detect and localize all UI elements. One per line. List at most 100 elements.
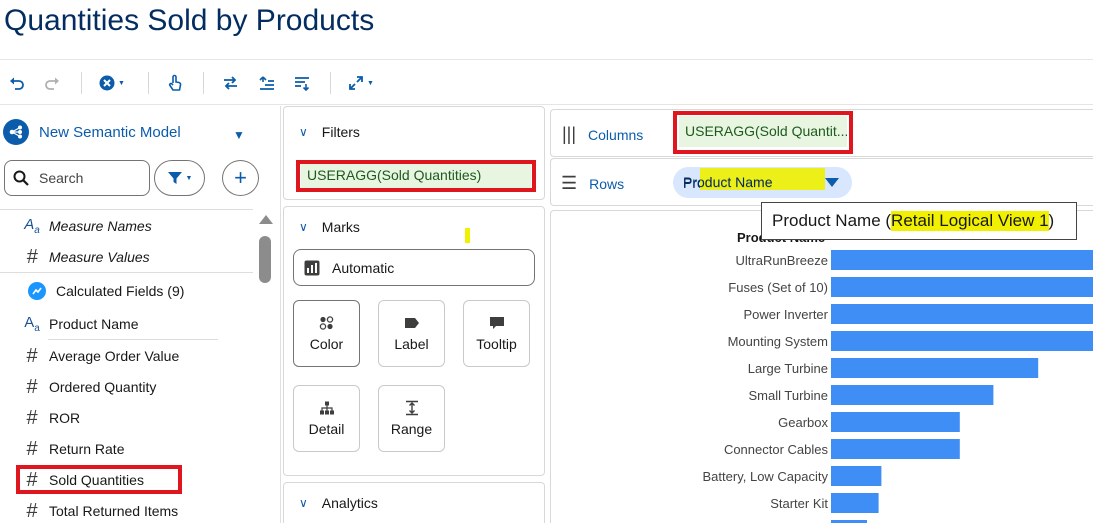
category-label: Starter Kit <box>770 496 828 511</box>
field-label: Return Rate <box>49 441 125 457</box>
bar[interactable] <box>831 493 879 513</box>
bar[interactable] <box>831 358 1039 378</box>
chevron-down-icon[interactable] <box>825 178 839 187</box>
data-panel: New Semantic Model ▼ ▼ + Aa Measure Name… <box>0 106 281 523</box>
chevron-down-icon: ∨ <box>299 496 308 510</box>
clear-icon[interactable]: ▼ <box>99 72 125 94</box>
category-label: UltraRunBreeze <box>736 253 829 268</box>
semantic-model-icon <box>3 119 29 145</box>
rows-label: ☰ Rows <box>561 173 625 193</box>
field-label: Calculated Fields (9) <box>56 283 185 299</box>
add-field-button[interactable]: + <box>222 160 259 196</box>
number-field-icon: # <box>26 344 38 367</box>
touch-icon[interactable] <box>167 72 183 94</box>
scroll-up-arrow[interactable] <box>259 215 273 224</box>
field-item[interactable]: # Return Rate <box>21 438 124 460</box>
bar[interactable] <box>831 331 1093 351</box>
hierarchy-icon <box>319 401 335 415</box>
annotation-box <box>296 160 536 192</box>
marks-header[interactable]: ∨ Marks <box>299 219 360 235</box>
number-field-icon: # <box>26 245 38 268</box>
sort-descending-icon[interactable] <box>294 72 310 94</box>
field-tooltip: Product Name (Retail Logical View 1) <box>761 202 1077 240</box>
bar[interactable] <box>831 412 960 432</box>
chevron-down-icon: ∨ <box>299 220 308 234</box>
field-item[interactable]: # Total Returned Items <box>21 500 178 522</box>
redo-icon[interactable] <box>44 72 60 94</box>
field-item[interactable]: # Average Order Value <box>21 345 179 367</box>
columns-icon: ||| <box>562 124 577 144</box>
bar[interactable] <box>831 304 1093 324</box>
annotation-box <box>673 111 853 154</box>
highlight-mark <box>700 168 825 190</box>
chart-area: Product NameUltraRunBreezeFuses (Set of … <box>550 210 1093 523</box>
chevron-down-icon[interactable]: ▼ <box>233 128 245 142</box>
analytics-header[interactable]: ∨ Analytics <box>299 495 378 511</box>
annotation-box <box>16 465 182 494</box>
category-label: Mounting System <box>728 334 828 349</box>
mark-type-select[interactable]: Automatic <box>293 249 535 286</box>
undo-icon[interactable] <box>9 72 25 94</box>
swap-icon[interactable] <box>222 72 239 94</box>
field-item[interactable]: # ROR <box>21 407 80 429</box>
field-label: Total Returned Items <box>49 503 179 519</box>
search-field[interactable] <box>4 160 150 196</box>
chevron-down-icon: ∨ <box>299 125 308 139</box>
bar-chart: Product NameUltraRunBreezeFuses (Set of … <box>703 230 1093 523</box>
field-label: Measure Values <box>49 249 150 265</box>
number-field-icon: # <box>26 499 38 522</box>
label-button[interactable]: Label <box>378 300 445 367</box>
number-field-icon: # <box>26 375 38 398</box>
category-label: Fuses (Set of 10) <box>728 280 828 295</box>
category-label: Battery, Low Capacity <box>703 469 829 484</box>
calculated-field-icon <box>28 282 46 300</box>
page-title: Quantities Sold by Products <box>4 4 375 37</box>
category-label: Gearbox <box>778 415 828 430</box>
model-name: New Semantic Model <box>39 123 181 141</box>
number-field-icon: # <box>26 406 38 429</box>
scrollbar-thumb[interactable] <box>259 236 271 283</box>
field-item[interactable]: # Measure Values <box>21 245 150 268</box>
filter-type-button[interactable]: ▼ <box>154 160 205 196</box>
category-label: Small Turbine <box>749 388 828 403</box>
bar[interactable] <box>831 277 1093 297</box>
text-field-icon: Aa <box>24 314 40 334</box>
sort-ascending-icon[interactable] <box>259 72 275 94</box>
funnel-icon <box>167 172 182 184</box>
chevron-down-icon: ▼ <box>185 174 193 182</box>
columns-label: ||| Columns <box>562 124 644 144</box>
search-input[interactable] <box>39 170 139 186</box>
field-label: Ordered Quantity <box>49 379 157 395</box>
field-label: ROR <box>49 410 81 426</box>
color-button[interactable]: Color <box>293 300 360 367</box>
range-button[interactable]: Range <box>378 385 445 452</box>
fit-icon[interactable]: ▼ <box>348 72 374 94</box>
color-icon <box>319 315 335 330</box>
field-item[interactable]: Aa Measure Names <box>21 215 152 237</box>
highlight-mark <box>465 228 470 243</box>
filters-header[interactable]: ∨ Filters <box>299 124 360 140</box>
plus-icon: + <box>234 165 247 190</box>
range-icon <box>404 400 420 415</box>
tooltip-button[interactable]: Tooltip <box>463 300 530 367</box>
tag-icon <box>404 316 420 330</box>
calculated-fields-folder[interactable]: Calculated Fields (9) <box>24 280 184 302</box>
category-label: Large Turbine <box>748 361 828 376</box>
field-label: Average Order Value <box>49 348 180 364</box>
field-label: Product Name <box>49 316 139 332</box>
field-item[interactable]: Aa Product Name <box>21 313 138 335</box>
bar[interactable] <box>831 466 882 486</box>
bar[interactable] <box>831 385 994 405</box>
field-item[interactable]: # Ordered Quantity <box>21 376 156 398</box>
bar[interactable] <box>831 250 1093 270</box>
category-label: Power Inverter <box>743 307 828 322</box>
speech-bubble-icon <box>489 316 505 330</box>
rows-icon: ☰ <box>561 173 578 193</box>
bar[interactable] <box>831 439 960 459</box>
model-selector[interactable]: New Semantic Model <box>3 119 181 145</box>
number-field-icon: # <box>26 437 38 460</box>
text-field-icon: Aa <box>24 216 40 236</box>
detail-button[interactable]: Detail <box>293 385 360 452</box>
field-label: Measure Names <box>49 218 152 234</box>
toolbar: ▼ ▼ <box>0 59 1093 105</box>
